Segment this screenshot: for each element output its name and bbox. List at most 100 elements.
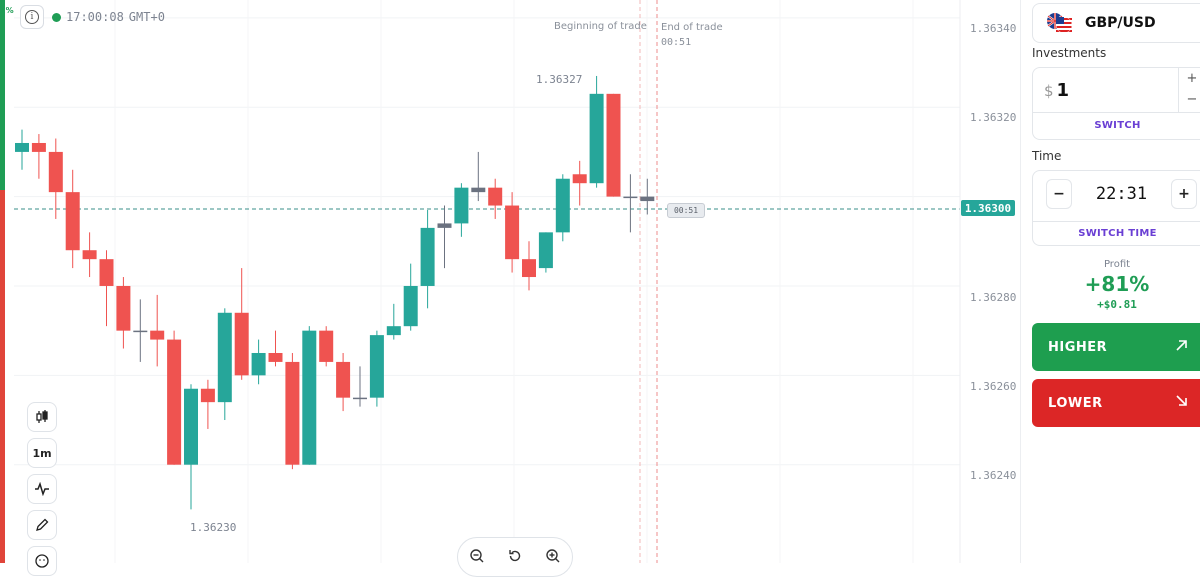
timeframe-button[interactable]: 1m (27, 438, 57, 468)
candle-body (403, 285, 418, 327)
beginning-of-trade-label: Beginning of trade (554, 21, 647, 32)
candle-body (31, 142, 46, 152)
candle-body (200, 388, 215, 403)
candle-body (184, 388, 198, 465)
candle-body (555, 178, 570, 233)
arrow-down-right-icon (1176, 395, 1187, 406)
candle-body (369, 335, 384, 398)
increase-investment-button[interactable]: + (1181, 71, 1200, 86)
candle-body (353, 397, 367, 400)
flag-gb-us-icon (1047, 13, 1073, 34)
pulse-icon (35, 482, 49, 496)
y-tick: 1.36280 (970, 291, 1017, 304)
candle-body (538, 232, 553, 269)
info-icon: i (25, 10, 39, 24)
candle-body (116, 285, 131, 331)
profit-amount: +$0.81 (1097, 298, 1137, 311)
clock-time: 17:00:08 (66, 10, 124, 24)
chart-grid (14, 0, 960, 563)
lower-label: LOWER (1048, 395, 1103, 411)
zoom-in-icon (546, 549, 560, 563)
trade-panel: GBP/USD Investments $1 + − SWITCH Time −… (1020, 0, 1200, 563)
candle-body (150, 330, 165, 340)
candle-body (217, 312, 232, 403)
candle-body (268, 352, 283, 362)
high-price-label: 1.36327 (536, 73, 583, 86)
reset-zoom-button[interactable] (506, 547, 524, 565)
low-price-label: 1.36230 (190, 521, 237, 534)
smiley-icon (35, 554, 49, 568)
end-of-trade-time: 00:51 (661, 37, 692, 48)
zoom-out-button[interactable] (468, 547, 486, 565)
time-label: Time (1032, 149, 1062, 163)
candle-body (167, 339, 182, 465)
candles (15, 75, 655, 510)
candle-body (336, 361, 351, 398)
increase-time-button[interactable]: + (1171, 179, 1197, 209)
decrease-investment-button[interactable]: − (1181, 92, 1200, 107)
price-chart[interactable] (0, 0, 1010, 563)
drawing-tool-button[interactable] (27, 510, 57, 540)
clock: 17:00:08 GMT+0 (52, 10, 165, 24)
candle-body (505, 205, 520, 260)
time-box: − 22:31 + SWITCH TIME (1032, 170, 1200, 246)
candle-body (437, 223, 452, 228)
candle-body (65, 192, 80, 251)
reset-icon (509, 550, 521, 562)
candle-body (48, 151, 63, 193)
candle-body (606, 93, 621, 197)
emoji-button[interactable] (27, 546, 57, 576)
profit-percentage: +81% (1084, 272, 1150, 296)
switch-button[interactable]: SWITCH (1033, 120, 1200, 131)
candle-body (133, 330, 148, 333)
investment-value: 1 (1056, 80, 1070, 101)
clock-timezone: GMT+0 (128, 10, 165, 24)
candle-body (234, 312, 249, 376)
end-of-trade-label: End of trade (661, 22, 723, 33)
candle-body (420, 227, 435, 286)
higher-button[interactable]: HIGHER (1032, 323, 1200, 371)
candle-body (251, 352, 266, 376)
investment-amount[interactable]: $1 (1044, 80, 1069, 101)
info-button[interactable]: i (20, 5, 44, 29)
decrease-time-button[interactable]: − (1046, 179, 1072, 209)
candle-body (471, 187, 486, 193)
switch-time-button[interactable]: SWITCH TIME (1033, 228, 1200, 239)
candle-body (522, 259, 536, 278)
zoom-in-button[interactable] (544, 547, 562, 565)
countdown-tag: 00:51 (667, 203, 705, 218)
y-tick: 1.36340 (970, 22, 1017, 35)
candle-body (386, 326, 401, 336)
candle-body (82, 250, 97, 260)
zoom-out-icon (470, 549, 484, 563)
candle-body (454, 187, 469, 224)
candle-body (623, 196, 638, 199)
investment-divider (1033, 112, 1200, 113)
candle-body (302, 330, 317, 465)
asset-selector[interactable]: GBP/USD (1032, 3, 1200, 43)
lower-button[interactable]: LOWER (1032, 379, 1200, 427)
investments-label: Investments (1032, 46, 1107, 60)
zoom-controls (457, 537, 573, 577)
stepper-divider (1178, 68, 1179, 112)
candle-body (572, 174, 587, 184)
y-tick: 1.36260 (970, 380, 1017, 393)
indicators-button[interactable] (27, 474, 57, 504)
current-price-label: 1.36300 (961, 200, 1015, 216)
chart-type-button[interactable] (27, 402, 57, 432)
y-tick: 1.36320 (970, 111, 1017, 124)
time-value[interactable]: 22:31 (1073, 184, 1170, 204)
status-dot (52, 12, 61, 22)
candlestick-icon (36, 410, 48, 423)
currency-symbol: $ (1044, 82, 1054, 100)
candle-body (99, 259, 114, 286)
higher-label: HIGHER (1048, 339, 1108, 355)
time-divider (1033, 221, 1200, 222)
candle-body (15, 142, 29, 152)
candle-body (640, 196, 655, 202)
candle-body (589, 93, 604, 184)
investment-box: $1 + − SWITCH (1032, 67, 1200, 140)
candle-body (319, 330, 334, 362)
profit-label: Profit (1103, 259, 1131, 270)
asset-name: GBP/USD (1085, 15, 1156, 31)
